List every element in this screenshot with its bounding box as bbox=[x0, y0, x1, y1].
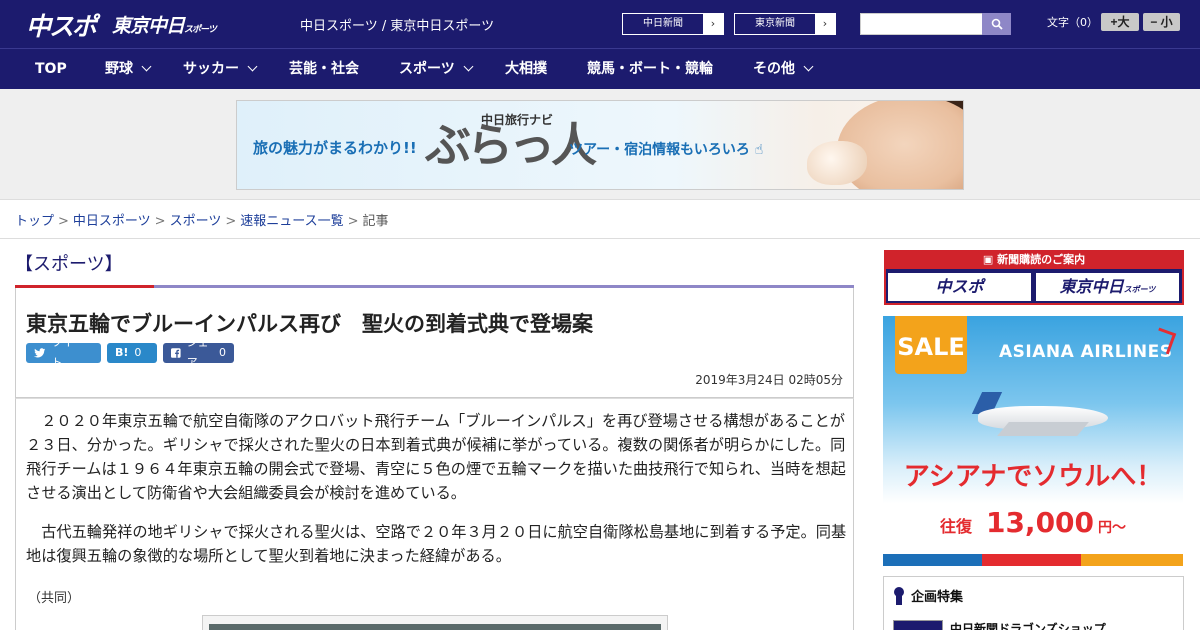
article-credit: （共同） bbox=[28, 591, 81, 606]
fare-amount: 13,000 bbox=[985, 506, 1095, 539]
breadcrumb-link-top[interactable]: トップ bbox=[15, 214, 54, 229]
nav-label: 芸能・社会 bbox=[289, 61, 359, 77]
nav-item-soccer[interactable]: サッカー bbox=[183, 49, 258, 89]
article-date: 2019年3月24日 02時05分 bbox=[695, 373, 843, 387]
font-size-label: 文字（0） bbox=[1047, 16, 1098, 29]
ad-fare: 往復 13,000 円〜 bbox=[883, 506, 1183, 539]
newspaper-icon: ▣ bbox=[982, 253, 994, 266]
nav-label: スポーツ bbox=[399, 61, 455, 77]
tokyo-chunichi-logo-suffix: スポーツ bbox=[184, 25, 217, 35]
search-icon bbox=[991, 18, 1003, 30]
sale-badge: SALE bbox=[895, 316, 967, 374]
fare-label: 往復 bbox=[939, 517, 972, 536]
chunichi-shimbun-button[interactable]: 中日新聞 › bbox=[622, 13, 724, 35]
breadcrumb-separator: > bbox=[58, 214, 69, 229]
tokyo-shimbun-button[interactable]: 東京新聞 › bbox=[734, 13, 836, 35]
article-photo bbox=[202, 615, 668, 630]
article-paragraph: 古代五輪発祥の地ギリシャで採火される聖火は、空路で２０年３月２０日に航空自衛隊松… bbox=[26, 523, 847, 565]
chevron-down-icon bbox=[463, 61, 474, 72]
banner-sub-text: 中日旅行ナビ bbox=[481, 113, 554, 127]
nav-label: その他 bbox=[753, 61, 795, 77]
tweet-label: ツイート bbox=[51, 336, 85, 369]
chevron-right-icon: › bbox=[815, 14, 835, 34]
breadcrumb-separator: > bbox=[154, 214, 166, 229]
twitter-icon bbox=[34, 348, 46, 358]
breadcrumb-current: 記事 bbox=[362, 214, 389, 229]
nav-item-sumo[interactable]: 大相撲 bbox=[505, 49, 547, 89]
main-nav: TOP 野球 サッカー 芸能・社会 スポーツ 大相撲 競馬・ボート・競輪 その他 bbox=[0, 48, 1200, 89]
nav-label: 野球 bbox=[105, 61, 133, 77]
chevron-down-icon bbox=[803, 61, 814, 72]
chevron-right-icon: › bbox=[703, 14, 723, 34]
subscription-header-label: 新聞購読のご案内 bbox=[997, 253, 1086, 266]
nav-label: TOP bbox=[35, 61, 67, 77]
top-header: 中スポ 東京中日スポーツ 中日スポーツ / 東京中日スポーツ 中日新聞 › 東京… bbox=[0, 0, 1200, 48]
pointing-hand-icon: ☝ bbox=[754, 142, 764, 158]
chevron-down-icon bbox=[247, 61, 258, 72]
travel-banner-ad[interactable]: 旅の魅力がまるわかり!! ぶらっ人 中日旅行ナビ ツアー・宿泊情報もいろいろ ☝ bbox=[236, 100, 964, 190]
nav-item-top[interactable]: TOP bbox=[35, 49, 67, 89]
facebook-share-button[interactable]: シェア 0 bbox=[163, 336, 234, 369]
breadcrumb: トップ > 中日スポーツ > スポーツ > 速報ニュース一覧 > 記事 bbox=[15, 210, 389, 229]
banner-right-label: ツアー・宿泊情報もいろいろ bbox=[569, 142, 750, 158]
nav-item-other[interactable]: その他 bbox=[753, 49, 814, 89]
search-input[interactable] bbox=[860, 13, 983, 35]
feature-heading: 企画特集 bbox=[893, 586, 963, 605]
nav-label: サッカー bbox=[183, 61, 239, 77]
subscribe-chuspo-button[interactable]: 中スポ bbox=[888, 273, 1031, 301]
tokyo-chunichi-logo[interactable]: 東京中日スポーツ bbox=[112, 11, 217, 38]
site-links[interactable]: 中日スポーツ / 東京中日スポーツ bbox=[300, 15, 494, 34]
search-button[interactable] bbox=[982, 13, 1011, 35]
seashell-image bbox=[807, 141, 867, 185]
subscribe-tokyo-chunichi-label: 東京中日 bbox=[1059, 277, 1124, 296]
fare-unit: 円〜 bbox=[1098, 520, 1127, 536]
ribbon-icon bbox=[893, 586, 905, 605]
subscription-header[interactable]: ▣ 新聞購読のご案内 bbox=[884, 250, 1184, 269]
nav-item-racing[interactable]: 競馬・ボート・競輪 bbox=[587, 49, 713, 89]
nav-item-baseball[interactable]: 野球 bbox=[105, 49, 152, 89]
feature-heading-label: 企画特集 bbox=[911, 590, 964, 605]
article-photo-image bbox=[209, 624, 661, 630]
facebook-label: シェア bbox=[186, 336, 209, 369]
nav-item-entertainment[interactable]: 芸能・社会 bbox=[289, 49, 359, 89]
chevron-down-icon bbox=[141, 61, 152, 72]
hatena-icon: B! bbox=[115, 346, 129, 359]
ad-brand: ASIANA AIRLINES bbox=[999, 342, 1173, 362]
asiana-airlines-ad[interactable]: SALE ASIANA AIRLINES アシアナでソウルへ！ 往復 13,000… bbox=[883, 316, 1183, 566]
hatena-count: 0 bbox=[134, 346, 142, 359]
breadcrumb-link-chunichi-sports[interactable]: 中日スポーツ bbox=[73, 214, 151, 229]
breadcrumb-link-news-list[interactable]: 速報ニュース一覧 bbox=[240, 214, 343, 229]
chuspo-logo[interactable]: 中スポ bbox=[26, 7, 97, 43]
facebook-icon bbox=[171, 348, 181, 358]
nav-label: 競馬・ボート・競輪 bbox=[587, 61, 713, 77]
hatena-bookmark-button[interactable]: B! 0 bbox=[107, 343, 157, 363]
article-headline: 東京五輪でブルーインパルス再び 聖火の到着式典で登場案 bbox=[26, 312, 593, 336]
divider bbox=[0, 238, 1200, 239]
banner-right-text: ツアー・宿泊情報もいろいろ ☝ bbox=[569, 139, 763, 159]
category-title: 【スポーツ】 bbox=[15, 254, 123, 275]
tweet-button[interactable]: ツイート bbox=[26, 336, 101, 369]
ad-title: アシアナでソウルへ！ bbox=[903, 462, 1163, 492]
feature-item-thumbnail[interactable] bbox=[893, 620, 943, 630]
subscribe-tokyo-chunichi-button[interactable]: 東京中日スポーツ bbox=[1036, 273, 1179, 301]
banner-left-text: 旅の魅力がまるわかり!! bbox=[253, 139, 417, 157]
font-increase-button[interactable]: +大 bbox=[1101, 13, 1139, 31]
facebook-count: 0 bbox=[219, 346, 226, 359]
chunichi-shimbun-label: 中日新聞 bbox=[643, 18, 683, 29]
ad-stripe bbox=[883, 554, 1183, 566]
airplane-wing bbox=[997, 422, 1089, 436]
subscribe-tokyo-chunichi-suffix: スポーツ bbox=[1123, 285, 1156, 294]
tokyo-chunichi-logo-text: 東京中日 bbox=[112, 15, 185, 37]
article-paragraph: ２０２０年東京五輪で航空自衛隊のアクロバット飛行チーム「ブルーインパルス」を再び… bbox=[26, 412, 846, 502]
nav-item-sports[interactable]: スポーツ bbox=[399, 49, 474, 89]
feature-item-link[interactable]: 中日新聞ドラゴンズショップ bbox=[950, 620, 1106, 630]
breadcrumb-link-sports[interactable]: スポーツ bbox=[170, 214, 222, 229]
nav-label: 大相撲 bbox=[505, 61, 547, 77]
breadcrumb-separator: > bbox=[225, 214, 237, 229]
tokyo-shimbun-label: 東京新聞 bbox=[755, 18, 795, 29]
font-decrease-button[interactable]: − 小 bbox=[1143, 13, 1180, 31]
breadcrumb-separator: > bbox=[347, 214, 359, 229]
